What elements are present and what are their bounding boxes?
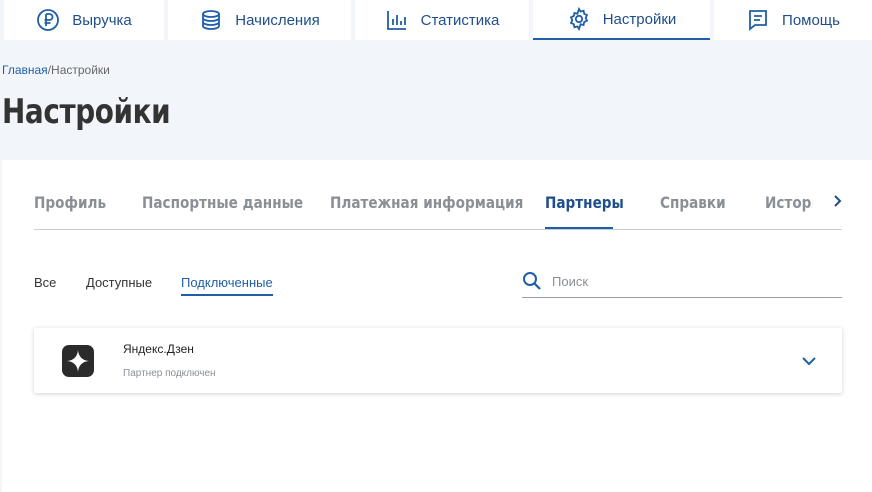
- tab-history[interactable]: История: [765, 193, 813, 212]
- filter-available[interactable]: Доступные: [86, 275, 152, 294]
- nav-item-label: Помощь: [782, 11, 840, 29]
- breadcrumb: Главная/Настройки: [2, 63, 110, 77]
- ruble-circle-icon: [36, 8, 60, 32]
- tab-certificates[interactable]: Справки: [660, 193, 726, 212]
- nav-item-label: Статистика: [420, 11, 500, 29]
- chevron-down-icon[interactable]: [800, 352, 818, 370]
- tab-profile[interactable]: Профиль: [34, 193, 106, 212]
- filter-all[interactable]: Все: [34, 275, 56, 294]
- breadcrumb-home-link[interactable]: Главная: [2, 63, 48, 77]
- tab-payment-info[interactable]: Платежная информация: [330, 193, 523, 212]
- partner-status: Партнер подключен: [123, 368, 216, 379]
- partner-card[interactable]: Яндекс.Дзен Партнер подключен: [34, 328, 842, 393]
- settings-tabs: Профиль Паспортные данные Платежная инфо…: [34, 160, 842, 230]
- bar-chart-icon: [385, 8, 409, 32]
- active-tab-indicator: [545, 227, 613, 229]
- nav-item-label: Настройки: [602, 10, 677, 28]
- tab-passport[interactable]: Паспортные данные: [142, 193, 303, 212]
- chat-help-icon: [746, 8, 770, 32]
- tab-partners[interactable]: Партнеры: [545, 193, 624, 212]
- partner-name: Яндекс.Дзен: [123, 342, 194, 356]
- filter-connected[interactable]: Подключенные: [181, 275, 273, 296]
- partner-search: [522, 268, 842, 298]
- gear-icon: [567, 7, 591, 31]
- page-title: Настройки: [2, 92, 171, 132]
- nav-item-settings[interactable]: Настройки: [533, 0, 710, 40]
- breadcrumb-current: Настройки: [51, 63, 110, 77]
- chevron-right-icon[interactable]: [831, 194, 845, 208]
- nav-item-accruals[interactable]: Начисления: [168, 0, 351, 40]
- nav-item-label: Начисления: [235, 11, 320, 29]
- search-icon: [522, 271, 542, 291]
- nav-item-statistics[interactable]: Статистика: [355, 0, 529, 40]
- nav-item-help[interactable]: Помощь: [714, 0, 872, 40]
- settings-content-panel: Профиль Паспортные данные Платежная инфо…: [2, 160, 872, 492]
- coin-stack-icon: [199, 8, 223, 32]
- search-input[interactable]: [552, 271, 832, 291]
- nav-item-revenue[interactable]: Выручка: [4, 0, 164, 40]
- nav-item-label: Выручка: [72, 11, 132, 29]
- top-navigation: Выручка Начисления Статистика Настройки …: [0, 0, 872, 40]
- zen-logo-icon: [62, 345, 94, 377]
